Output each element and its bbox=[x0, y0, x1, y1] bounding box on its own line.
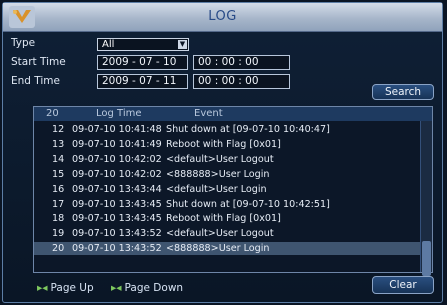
page-up-label: Page Up bbox=[50, 282, 94, 294]
log-window: LOG Type All ▼ Start Time 2009 - 07 - 10… bbox=[2, 2, 443, 303]
table-row[interactable]: 19 09-07-10 13:43:52 <default>User Logout bbox=[34, 227, 420, 240]
row-log-time: 09-07-10 10:42:02 bbox=[72, 153, 162, 165]
row-number: 17 bbox=[52, 198, 65, 210]
page-down-button[interactable]: ▸◂ Page Down bbox=[111, 282, 183, 294]
end-date-field[interactable]: 2009 - 07 - 11 bbox=[97, 74, 188, 89]
row-log-time: 09-07-10 13:43:45 bbox=[72, 198, 162, 210]
row-event: Reboot with Flag [0x01] bbox=[166, 213, 281, 225]
row-event: <default>User Logout bbox=[166, 153, 274, 165]
table-header: 20 Log Time Event bbox=[34, 107, 432, 121]
row-number: 20 bbox=[52, 243, 65, 255]
row-event: <888888>User Login bbox=[166, 168, 270, 180]
row-log-time: 09-07-10 10:41:49 bbox=[72, 138, 162, 150]
table-row[interactable]: 13 09-07-10 10:41:49 Reboot with Flag [0x0… bbox=[34, 138, 420, 151]
row-number: 16 bbox=[52, 183, 65, 195]
table-row[interactable]: 14 09-07-10 10:42:02 <default>User Logout bbox=[34, 153, 420, 166]
row-number: 14 bbox=[52, 153, 65, 165]
row-event: Shut down at [09-07-10 10:42:51] bbox=[166, 198, 330, 210]
end-time-label: End Time bbox=[11, 75, 60, 87]
table-scrollbar[interactable] bbox=[420, 121, 432, 276]
title-bar: LOG bbox=[3, 3, 442, 32]
log-table: 20 Log Time Event 12 09-07-10 10:41:48 Shu… bbox=[33, 106, 433, 276]
table-row[interactable]: 18 09-07-10 13:43:45 Reboot with Flag [0x0… bbox=[34, 212, 420, 225]
end-time-field[interactable]: 00 : 00 : 00 bbox=[193, 74, 290, 89]
table-row[interactable]: 17 09-07-10 13:43:45 Shut down at [09-07-1… bbox=[34, 198, 420, 211]
table-row[interactable]: 16 09-07-10 13:43:44 <default>User Login bbox=[34, 183, 420, 196]
row-number: 15 bbox=[52, 168, 65, 180]
page-down-icon: ▸◂ bbox=[111, 282, 122, 294]
type-label: Type bbox=[11, 37, 36, 49]
row-log-time: 09-07-10 13:43:52 bbox=[72, 243, 162, 255]
row-event: <default>User Login bbox=[166, 183, 267, 195]
chevron-down-icon[interactable]: ▼ bbox=[178, 40, 187, 49]
type-dropdown[interactable]: All ▼ bbox=[97, 38, 189, 51]
row-log-time: 09-07-10 10:41:48 bbox=[72, 124, 162, 135]
table-row[interactable]: 20 09-07-10 13:43:52 <888888>User Login bbox=[34, 242, 420, 256]
row-log-time: 09-07-10 13:43:52 bbox=[72, 228, 162, 240]
row-log-time: 09-07-10 13:43:44 bbox=[72, 183, 162, 195]
row-number: 19 bbox=[52, 228, 65, 240]
row-event: <default>User Logout bbox=[166, 228, 274, 240]
start-time-label: Start Time bbox=[11, 56, 66, 68]
row-event: Reboot with Flag [0x01] bbox=[166, 138, 281, 150]
clear-button[interactable]: Clear bbox=[372, 276, 434, 294]
row-log-time: 09-07-10 13:43:45 bbox=[72, 213, 162, 225]
row-number: 18 bbox=[52, 213, 65, 225]
scrollbar-thumb[interactable] bbox=[422, 241, 431, 276]
table-row[interactable]: 15 09-07-10 10:42:02 <888888>User Login bbox=[34, 168, 420, 181]
row-count: 20 bbox=[46, 108, 59, 119]
table-row[interactable]: 12 09-07-10 10:41:48 Shut down at [09-07-1… bbox=[34, 123, 420, 136]
search-button[interactable]: Search bbox=[372, 84, 434, 100]
page-up-button[interactable]: ▸◂ Page Up bbox=[37, 282, 94, 294]
row-number: 12 bbox=[52, 124, 65, 135]
row-event: Shut down at [09-07-10 10:40:47] bbox=[166, 124, 330, 135]
window-title: LOG bbox=[208, 9, 237, 24]
page-up-icon: ▸◂ bbox=[37, 282, 48, 294]
start-date-field[interactable]: 2009 - 07 - 10 bbox=[97, 55, 188, 70]
row-log-time: 09-07-10 10:42:02 bbox=[72, 168, 162, 180]
row-number: 13 bbox=[52, 138, 65, 150]
page-down-label: Page Down bbox=[124, 282, 184, 294]
type-value: All bbox=[102, 39, 115, 50]
col-event: Event bbox=[194, 108, 223, 119]
col-log-time: Log Time bbox=[96, 108, 142, 119]
row-event: <888888>User Login bbox=[166, 243, 270, 255]
start-time-field[interactable]: 00 : 00 : 00 bbox=[193, 55, 290, 70]
